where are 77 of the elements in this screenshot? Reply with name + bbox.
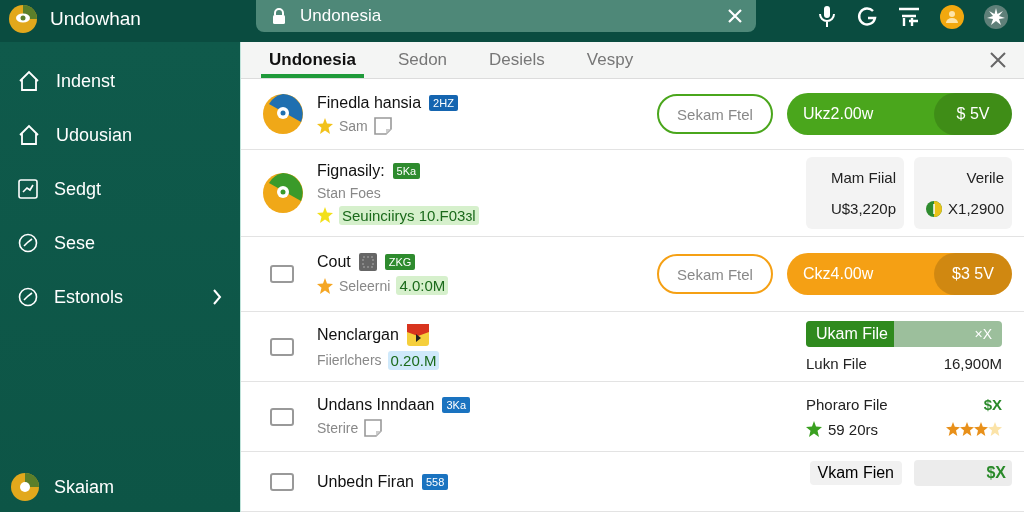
close-icon[interactable] [990, 52, 1006, 68]
count: 59 20rs [828, 420, 879, 438]
file-name: Phoraro File [806, 395, 888, 413]
star-icon [974, 422, 988, 436]
home-icon[interactable] [18, 124, 40, 146]
row-title: Fignasily: [317, 161, 385, 180]
tab[interactable]: Desiels [481, 42, 553, 78]
checkbox[interactable] [270, 264, 296, 284]
grid-icon [358, 253, 377, 271]
row-title: Cout [317, 253, 351, 271]
sidebar-item[interactable]: Udousian [56, 124, 222, 146]
flag-icon [406, 323, 429, 346]
mark-text: $X [983, 395, 1002, 413]
sidebar-item[interactable]: Estonols [54, 286, 196, 308]
note-icon [373, 116, 392, 135]
gauge-icon[interactable] [18, 233, 38, 253]
tag: 5Ka [392, 162, 421, 179]
microphone-icon[interactable] [818, 6, 836, 28]
file-name: Vkam Fien [809, 461, 902, 485]
sidebar-item[interactable]: Indenst [56, 70, 222, 92]
row-title: Unbedn Firan [317, 472, 414, 491]
star-icon [988, 422, 1002, 436]
card-label: Verile [965, 169, 1004, 186]
caption: Lukn File [806, 355, 867, 372]
meta-text: Sterire [317, 420, 359, 436]
logo-icon [8, 4, 38, 34]
chip: Seuinciirys 10.F03ɜl [339, 205, 479, 225]
tab[interactable]: Undonesia [261, 42, 364, 78]
clear-icon[interactable] [728, 9, 742, 23]
row-title: Undans Inndaan [317, 396, 435, 414]
tag: 558 [421, 473, 449, 490]
home-icon[interactable] [18, 70, 40, 92]
row-title: Finedla hansia [317, 93, 422, 112]
sidebar-item[interactable]: Sedgt [54, 178, 222, 200]
price-button[interactable]: Ukz2.00w $ 5V [787, 93, 1012, 135]
outline-button[interactable]: Sekam Ftel [657, 254, 773, 294]
meta-text: Sam [339, 117, 368, 134]
checkbox[interactable] [270, 471, 296, 492]
price-button[interactable]: Ckz4.00w $3 5V [787, 253, 1012, 295]
card-label: Mam Fiial [830, 169, 896, 186]
tab[interactable]: Vespy [578, 42, 642, 78]
chip: 4.0:0M [396, 276, 449, 295]
star-icon [806, 421, 822, 437]
chip: 0.20.M [387, 350, 440, 370]
meta-text: Stan Foes [317, 184, 381, 201]
tag: 2HZ [429, 94, 458, 111]
filter-icon[interactable] [898, 6, 920, 28]
card-value: U$3,220p [830, 200, 896, 217]
mark-text: $X [986, 464, 1006, 482]
progress-label: Ukam File [816, 325, 888, 343]
amount: 16,900M [943, 355, 1002, 372]
user-name: Skaiam [54, 476, 115, 498]
outline-button[interactable]: Sekam Ftel [657, 94, 773, 134]
app-title: Undowhan [50, 8, 141, 30]
progress-end: ×X [974, 326, 992, 342]
card-value: X1,2900 [948, 200, 1004, 217]
search-field[interactable]: Undonesia [256, 0, 756, 32]
row-title: Nenclargan [317, 325, 399, 344]
avatar-icon[interactable] [10, 472, 40, 502]
star-icon [960, 422, 974, 436]
refresh-icon[interactable] [856, 6, 878, 28]
note-icon [364, 419, 383, 437]
settings-icon[interactable] [984, 5, 1008, 29]
meta-text: Seleerni [339, 277, 391, 294]
chart-icon[interactable] [18, 179, 38, 199]
lock-icon [272, 8, 286, 24]
meta-text: Fiierlchers [317, 352, 382, 368]
tab[interactable]: Sedon [389, 42, 456, 78]
star-icon [946, 422, 960, 436]
gauge-icon[interactable] [18, 287, 38, 307]
tag: ZKG [384, 254, 416, 270]
checkbox[interactable] [270, 336, 296, 357]
sidebar-item[interactable]: Sese [54, 232, 222, 254]
checkbox[interactable] [270, 406, 296, 427]
chevron-icon[interactable] [212, 289, 222, 305]
tag: 3Ka [442, 397, 470, 413]
avatar-icon[interactable] [940, 5, 964, 29]
